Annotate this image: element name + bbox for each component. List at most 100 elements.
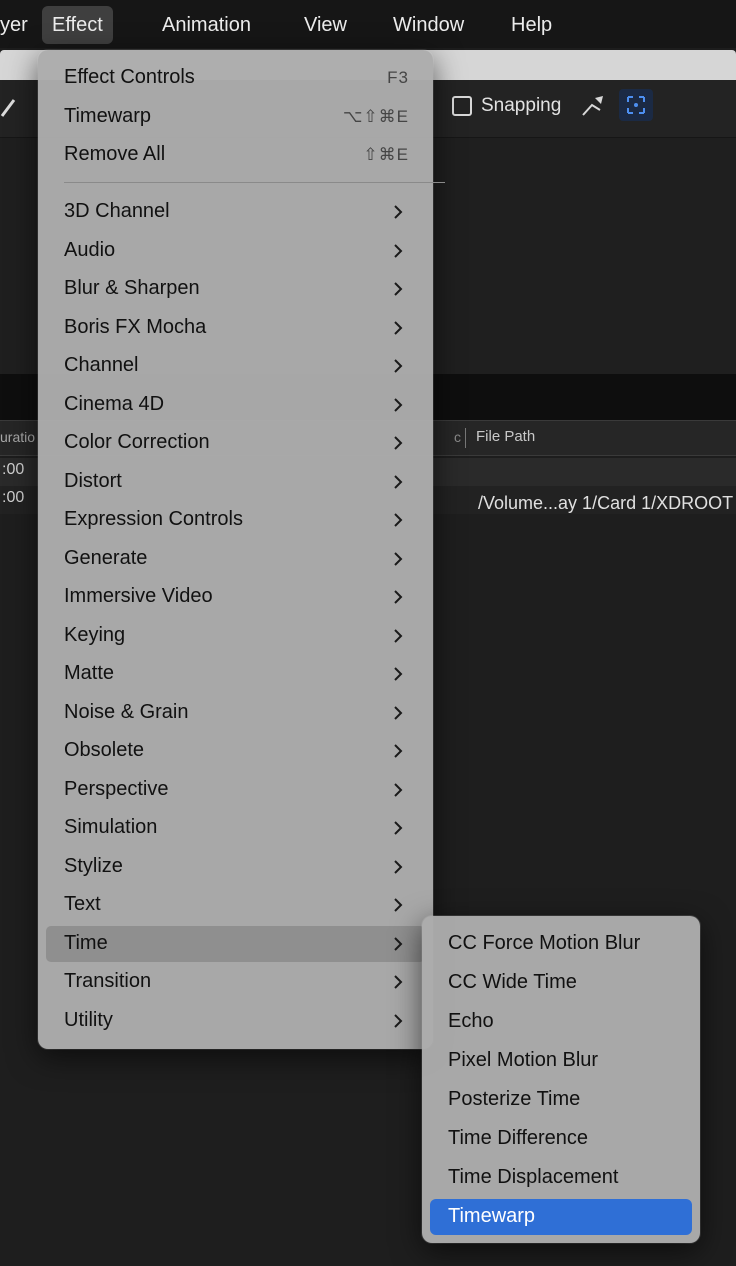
snapping-checkbox[interactable] [452,96,472,116]
snap-target-icon[interactable] [619,89,653,121]
chevron-right-icon [394,936,403,951]
chevron-right-icon [394,359,403,373]
chevron-right-icon [394,282,403,296]
pen-tool-icon[interactable] [0,96,24,120]
submenu-item-label: Time Displacement [448,1166,619,1188]
chevron-right-icon [394,782,403,797]
menu-item-label: Utility [64,1008,113,1031]
chevron-right-icon [394,243,403,258]
submenu-item-posterize-time[interactable]: Posterize Time [430,1082,692,1118]
submenu-item-label: Time Difference [448,1127,589,1149]
menu-item-obsolete[interactable]: Obsolete [46,733,425,769]
menu-item-label: Transition [64,970,152,992]
menu-item-remove-all[interactable]: Remove All ⇧⌘E [46,137,425,173]
menu-item-label: Immersive Video [64,585,213,607]
column-divider[interactable] [465,428,466,448]
snap-edges-icon[interactable] [578,90,608,120]
chevron-right-icon [394,628,403,643]
menu-item-label: Boris FX Mocha [64,315,207,338]
shortcut-label: ⇧⌘E [363,145,409,164]
menu-window[interactable]: Window [383,6,474,44]
menu-item-label: Noise & Grain [64,700,189,723]
menu-item-label: Distort [64,469,122,492]
menu-item-matte[interactable]: Matte [46,656,425,692]
submenu-item-label: Posterize Time [448,1088,581,1110]
menu-item-label: 3D Channel [64,200,170,222]
menu-item-label: Perspective [64,777,169,800]
menu-item-boris-fx-mocha[interactable]: Boris FX Mocha [46,310,425,346]
menu-item-immersive-video[interactable]: Immersive Video [46,579,425,615]
chevron-right-icon [394,975,403,989]
menu-item-perspective[interactable]: Perspective [46,772,425,808]
chevron-right-icon [394,590,403,604]
chevron-right-icon [394,205,403,219]
menu-item-label: Cinema 4D [64,392,165,415]
submenu-item-timewarp[interactable]: Timewarp [430,1199,692,1235]
row-duration: :00 [2,461,25,478]
menu-item-generate[interactable]: Generate [46,541,425,577]
menu-item-cinema-4d[interactable]: Cinema 4D [46,387,425,423]
chevron-right-icon [394,1013,403,1028]
chevron-right-icon [394,474,403,489]
submenu-item-time-difference[interactable]: Time Difference [430,1121,692,1157]
chevron-right-icon [394,898,403,912]
menu-item-distort[interactable]: Distort [46,464,425,500]
chevron-right-icon [394,320,403,335]
menu-item-label: Time [64,931,108,954]
snapping-label: Snapping [481,95,562,116]
menu-item-utility[interactable]: Utility [46,1003,425,1039]
menu-item-timewarp[interactable]: Timewarp ⌥⇧⌘E [46,99,425,135]
row-file-path: /Volume...ay 1/Card 1/XDROOT [478,493,734,513]
menu-item-noise-grain[interactable]: Noise & Grain [46,695,425,731]
menu-effect[interactable]: Effect [42,6,113,44]
time-submenu: CC Force Motion Blur CC Wide Time Echo Pixe… [422,916,700,1243]
menu-help[interactable]: Help [501,6,562,44]
menu-item-label: Blur & Sharpen [64,277,200,299]
submenu-item-cc-wide-time[interactable]: CC Wide Time [430,965,692,1001]
menu-item-channel[interactable]: Channel [46,348,425,384]
menu-animation[interactable]: Animation [152,6,261,44]
menu-item-time[interactable]: Time [46,925,425,962]
menu-item-label: Simulation [64,816,158,838]
column-c[interactable]: c [454,429,461,445]
menu-item-label: Generate [64,546,148,569]
menu-item-blur-sharpen[interactable]: Blur & Sharpen [46,271,425,307]
menu-item-color-correction[interactable]: Color Correction [46,425,425,461]
menu-item-3d-channel[interactable]: 3D Channel [46,194,425,230]
submenu-item-label: Timewarp [448,1205,536,1227]
submenu-item-label: CC Wide Time [448,971,577,993]
menu-item-transition[interactable]: Transition [46,964,425,1000]
menu-item-text[interactable]: Text [46,887,425,923]
shortcut-label: F3 [387,68,409,87]
menu-item-expression-controls[interactable]: Expression Controls [46,502,425,538]
submenu-item-time-displacement[interactable]: Time Displacement [430,1160,692,1196]
menu-item-audio[interactable]: Audio [46,233,425,269]
menu-bar: yer Effect Animation View Window Help [0,0,736,48]
chevron-right-icon [394,513,403,527]
menu-layer[interactable]: yer [0,6,38,44]
chevron-right-icon [394,744,403,758]
column-duration[interactable]: uratio [0,429,35,445]
chevron-right-icon [394,551,403,566]
submenu-item-cc-force-motion-blur[interactable]: CC Force Motion Blur [430,926,692,962]
menu-item-stylize[interactable]: Stylize [46,849,425,885]
menu-separator [64,182,445,183]
submenu-item-label: Echo [448,1010,494,1032]
submenu-item-echo[interactable]: Echo [430,1004,692,1040]
submenu-item-pixel-motion-blur[interactable]: Pixel Motion Blur [430,1043,692,1079]
chevron-right-icon [394,397,403,412]
chevron-right-icon [394,436,403,450]
menu-item-simulation[interactable]: Simulation [46,810,425,846]
chevron-right-icon [394,705,403,720]
menu-item-effect-controls[interactable]: Effect Controls F3 [46,60,425,96]
column-file-path[interactable]: File Path [476,428,535,445]
menu-item-label: Text [64,893,101,915]
shortcut-label: ⌥⇧⌘E [342,107,409,126]
menu-item-label: Obsolete [64,739,145,761]
submenu-item-label: CC Force Motion Blur [448,932,641,954]
menu-view[interactable]: View [294,6,357,44]
row-duration: :00 [2,489,25,506]
menu-item-keying[interactable]: Keying [46,618,425,654]
menu-item-label: Keying [64,623,126,646]
chevron-right-icon [394,821,403,835]
